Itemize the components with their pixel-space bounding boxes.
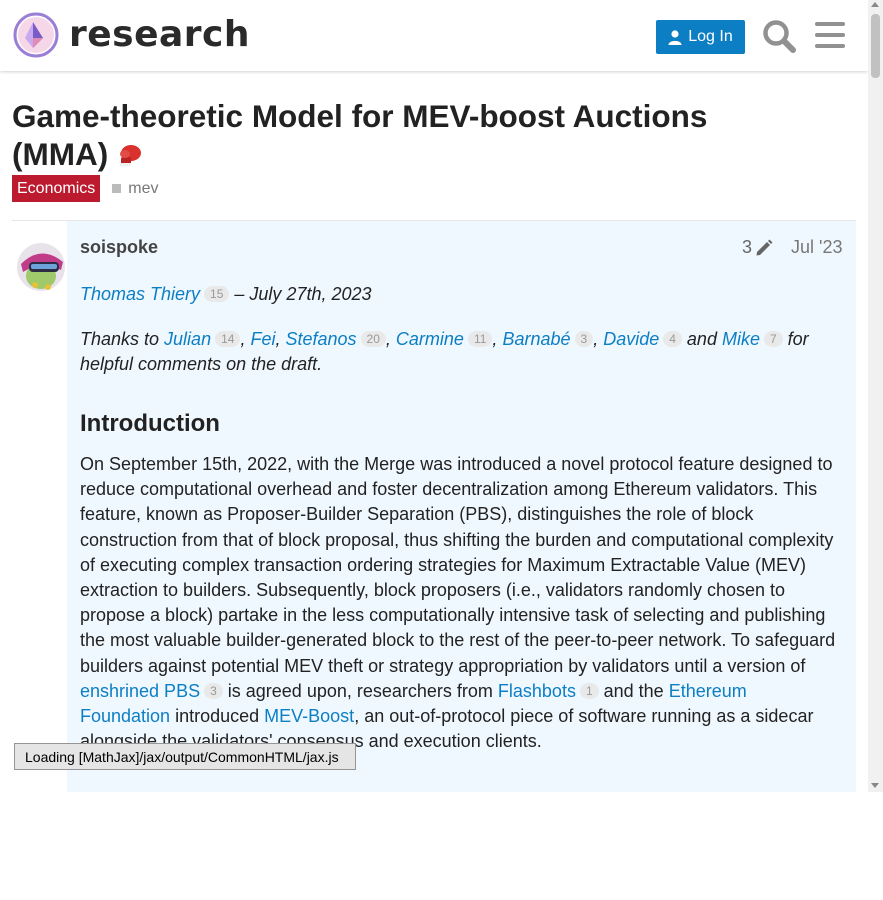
mention-link[interactable]: Julian <box>164 329 211 349</box>
mention-link[interactable]: Fei <box>250 329 275 349</box>
link-mev-boost[interactable]: MEV-Boost <box>264 706 354 726</box>
author-date-text: – July 27th, 2023 <box>229 284 372 304</box>
click-count-badge: 20 <box>360 331 386 347</box>
hamburger-menu-button[interactable] <box>815 21 845 54</box>
mention-link[interactable]: Barnabé <box>502 329 570 349</box>
mention-link[interactable]: Davide <box>603 329 659 349</box>
click-count-badge: 3 <box>574 331 594 347</box>
avatar[interactable] <box>13 240 69 296</box>
intro-text-3: and the <box>598 680 669 701</box>
click-count-badge: 3 <box>204 682 223 699</box>
thanks-prefix: Thanks to <box>80 329 165 349</box>
click-count-badge: 15 <box>204 286 230 302</box>
thanks-and: and <box>681 329 722 349</box>
scroll-up-arrow-icon[interactable] <box>871 2 879 7</box>
post-date[interactable]: Jul '23 <box>791 237 842 258</box>
click-count-badge: 7 <box>763 331 783 347</box>
intro-paragraph: On September 15th, 2022, with the Merge … <box>80 452 840 754</box>
mention-link[interactable]: Mike <box>722 329 760 349</box>
author-line: Thomas Thiery 15 – July 27th, 2023 <box>80 284 372 305</box>
topic-tags: Economics mev <box>12 175 158 202</box>
mention-link[interactable]: Carmine <box>396 329 464 349</box>
mention-link[interactable]: Stefanos <box>285 329 356 349</box>
mention-link-author[interactable]: Thomas Thiery <box>80 284 200 304</box>
pencil-icon <box>756 239 773 255</box>
click-count-badge: 4 <box>663 331 682 347</box>
search-button[interactable] <box>762 19 796 58</box>
edit-count: 3 <box>742 237 753 257</box>
page-scrollbar[interactable] <box>868 0 883 792</box>
site-header: research Log In <box>0 0 868 71</box>
section-heading: Introduction <box>80 410 220 437</box>
login-label: Log In <box>688 28 733 45</box>
site-logo[interactable]: research <box>13 12 250 58</box>
post-username[interactable]: soispoke <box>80 237 158 258</box>
user-icon <box>668 29 682 45</box>
hamburger-menu-icon <box>815 22 845 48</box>
intro-text: On September 15th, 2022, with the Merge … <box>80 454 836 676</box>
link-flashbots[interactable]: Flashbots <box>498 681 576 701</box>
edit-history-button[interactable]: 3 <box>742 237 773 258</box>
intro-text-4: introduced <box>170 706 265 727</box>
link-enshrined-pbs[interactable]: enshrined PBS <box>80 681 200 701</box>
topic-title[interactable]: Game-theoretic Model for MEV-boost Aucti… <box>12 97 732 173</box>
tag-label: mev <box>128 179 159 197</box>
click-count-badge: 11 <box>467 331 493 347</box>
scroll-down-arrow-icon[interactable] <box>871 783 879 788</box>
scrollbar-thumb[interactable] <box>871 14 880 78</box>
login-button[interactable]: Log In <box>656 20 745 54</box>
tag-mev[interactable]: mev <box>112 180 158 198</box>
acknowledgements: Thanks to Julian 14, Fei, Stefanos 20, Car… <box>80 329 809 374</box>
user-avatar-icon <box>17 243 65 291</box>
search-icon <box>763 20 796 53</box>
intro-text-2: is agreed upon, researchers from <box>222 680 498 701</box>
click-count-badge: 1 <box>579 682 599 699</box>
mathjax-loading-status: Loading [MathJax]/jax/output/CommonHTML/… <box>14 743 356 770</box>
ethereum-research-logo-icon <box>13 12 59 58</box>
category-badge[interactable]: Economics <box>12 175 101 202</box>
click-count-badge: 14 <box>215 331 241 347</box>
boxing-glove-icon <box>119 145 141 166</box>
tag-square-icon <box>112 184 122 193</box>
site-name: research <box>69 14 251 55</box>
